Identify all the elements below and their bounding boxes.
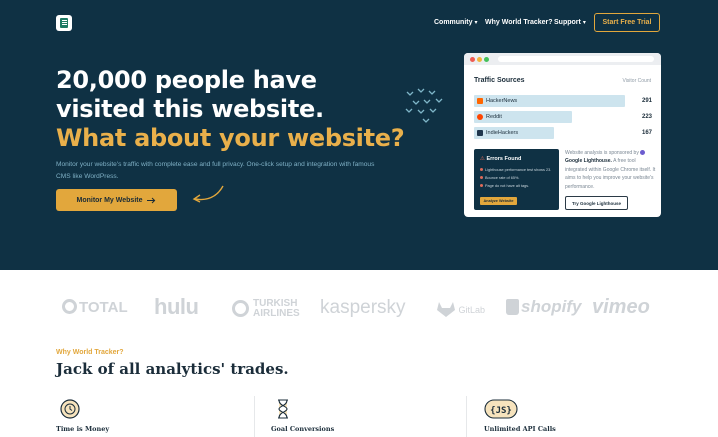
nav-why[interactable]: Why World Tracker? [485, 19, 553, 26]
source-row: Reddit 223 [474, 111, 652, 123]
feature-time-is-money: Time is Money [56, 425, 110, 433]
error-item: Page do not have alt tags. [480, 184, 529, 188]
headline-line-3: What about your website? [56, 124, 405, 152]
source-count: 291 [641, 98, 652, 104]
nav-community-label: Community [434, 19, 473, 26]
feature-divider [466, 396, 467, 437]
chevron-down-icon: ▾ [582, 20, 586, 26]
source-name: Reddit [486, 114, 502, 120]
lighthouse-brand: Google Lighthouse. [565, 158, 612, 165]
feature-goal-conversions: Goal Conversions [271, 425, 335, 433]
vimeo-logo: vimeo [592, 296, 650, 318]
turkish-bird-icon [232, 300, 249, 317]
analyze-website-button[interactable]: Analyze Website [480, 197, 517, 205]
start-free-trial-button[interactable]: Start Free Trial [594, 13, 660, 32]
source-row: IndieHackers 167 [474, 127, 652, 139]
arrow-right-icon [147, 197, 156, 203]
traffic-sources-title: Traffic Sources [474, 77, 525, 84]
error-text: Page do not have alt tags. [485, 184, 530, 188]
svg-text:{JS}: {JS} [490, 406, 512, 416]
nav-support[interactable]: Support ▾ [554, 19, 586, 26]
total-logo-text: TOTAL [79, 299, 128, 316]
traffic-sources-card: Traffic Sources Visitor Count HackerNews… [464, 53, 661, 217]
indiehackers-icon [477, 130, 483, 136]
bullet-icon [480, 184, 483, 187]
error-text: Lighthouse performance test shows 23. [485, 168, 552, 172]
error-text: Bounce rate of 65%. [485, 176, 520, 180]
errors-found-panel: ⚠ Errors Found Lighthouse performance te… [474, 149, 559, 210]
logo-icon [60, 18, 68, 28]
hourglass-icon [278, 399, 288, 419]
lighthouse-description: Website analysis is sponsored by Google … [565, 149, 656, 191]
turkish-line-2: AIRLINES [253, 308, 300, 319]
gitlab-logo-text: GitLab [458, 305, 486, 315]
error-item: Lighthouse performance test shows 23. [480, 168, 551, 172]
clock-coin-icon [60, 399, 80, 419]
curved-arrow-icon [192, 185, 224, 203]
total-logo: TOTAL [62, 299, 128, 316]
error-item: Bounce rate of 65%. [480, 176, 519, 180]
chevron-down-icon: ▾ [474, 20, 478, 26]
source-count: 167 [641, 130, 652, 136]
kaspersky-logo: kaspersky [320, 297, 406, 318]
api-brackets-icon: {JS} [484, 399, 518, 419]
warning-icon: ⚠ [480, 156, 485, 162]
hero-section: Community ▾ Why World Tracker? Support ▾ S… [0, 0, 718, 270]
source-row: HackerNews 291 [474, 95, 652, 107]
total-mark-icon [62, 299, 77, 314]
bird-flock-icon [405, 88, 443, 123]
url-bar [498, 56, 654, 62]
gitlab-icon [437, 302, 455, 317]
monitor-button-label: Monitor My Website [76, 196, 143, 204]
why-section-label: Why World Tracker? [56, 349, 124, 356]
headline-line-1: 20,000 people have [56, 66, 317, 94]
lighthouse-pre: Website analysis is sponsored by [565, 150, 639, 156]
feature-unlimited-api-calls: Unlimited API Calls [484, 425, 556, 433]
hulu-logo: hulu [154, 294, 199, 319]
nav-community[interactable]: Community ▾ [434, 19, 478, 26]
source-name: HackerNews [486, 98, 518, 104]
why-section-title: Jack of all analytics' trades. [56, 360, 289, 378]
bullet-icon [480, 176, 483, 179]
feature-divider [254, 396, 255, 437]
errors-title-text: Errors Found [486, 156, 522, 162]
visitor-count-label: Visitor Count [622, 78, 651, 84]
source-count: 223 [641, 114, 652, 120]
hackernews-icon [477, 98, 483, 104]
errors-found-title: ⚠ Errors Found [480, 156, 521, 162]
hero-subtitle: Monitor your website's traffic with comp… [56, 161, 375, 180]
close-dot-icon [470, 57, 475, 62]
lighthouse-icon [640, 149, 646, 155]
shopify-bag-icon [506, 299, 519, 315]
headline-line-2: visited this website. [56, 95, 324, 123]
shopify-logo-text: shopify [521, 297, 582, 316]
bullet-icon [480, 168, 483, 171]
nav-support-label: Support [554, 19, 581, 26]
maximize-dot-icon [484, 57, 489, 62]
monitor-my-website-button[interactable]: Monitor My Website [56, 189, 177, 211]
shopify-logo: shopify [506, 297, 581, 317]
minimize-dot-icon [477, 57, 482, 62]
reddit-icon [477, 114, 483, 120]
world-tracker-logo[interactable] [56, 15, 72, 31]
browser-bar [464, 53, 661, 65]
try-google-lighthouse-button[interactable]: Try Google Lighthouse [565, 196, 628, 210]
source-name: IndieHackers [486, 130, 519, 136]
gitlab-logo: GitLab [436, 300, 485, 318]
